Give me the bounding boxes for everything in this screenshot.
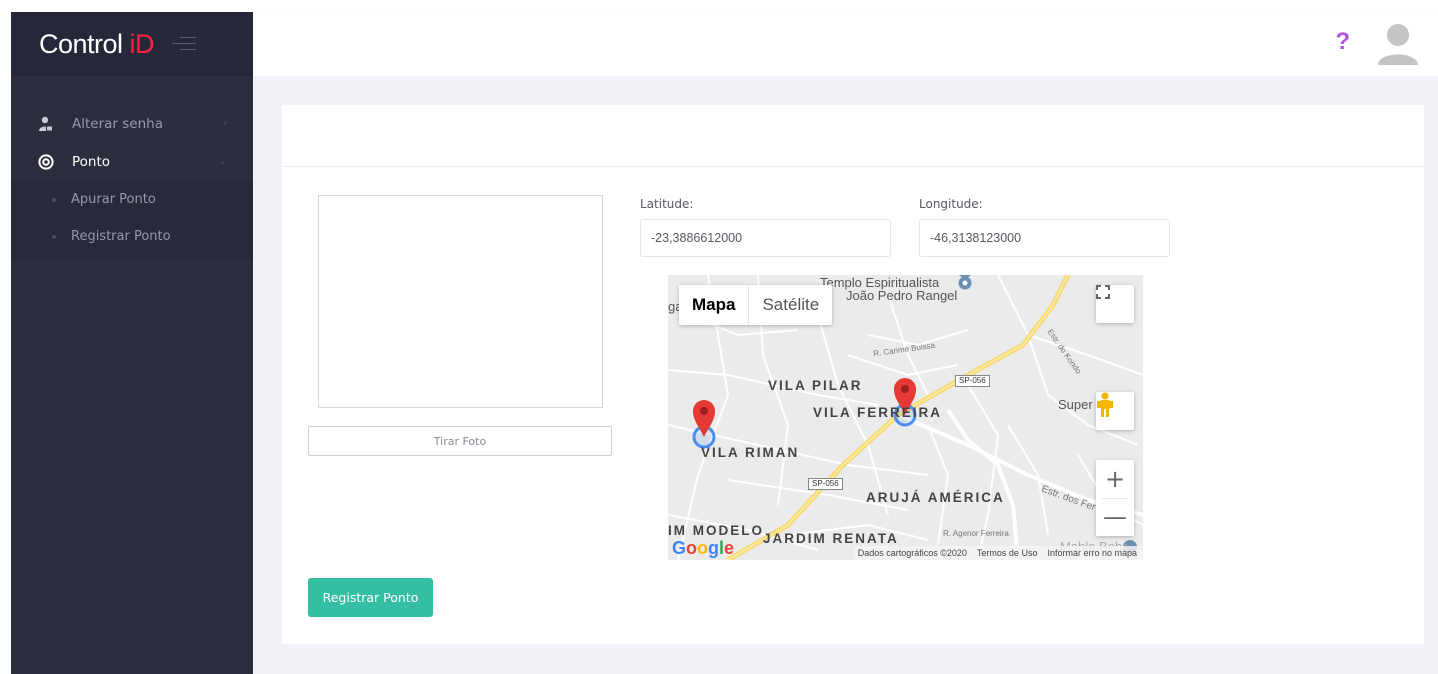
map-type-satellite-button[interactable]: Satélite [748, 285, 832, 325]
bullet-icon [52, 197, 56, 202]
bullet-icon [52, 234, 56, 239]
logo-accent: iD [129, 28, 155, 59]
map-footer: Dados cartográficos ©2020 Termos de Uso … [853, 546, 1143, 560]
map-label-aruja-america: ARUJÁ AMÉRICA [866, 490, 1005, 505]
sidebar-item-ponto[interactable]: Ponto ⌄ [11, 143, 253, 181]
map-type-switch: Mapa Satélite [679, 285, 833, 325]
photo-preview [318, 195, 603, 408]
sidebar-item-alterar-senha[interactable]: Alterar senha › [11, 105, 253, 143]
zoom-out-button[interactable]: — [1096, 498, 1134, 536]
sidebar-subitem-label: Registrar Ponto [71, 229, 171, 244]
map-label-r-agenor: R. Agenor Ferreira [943, 529, 1009, 538]
sidebar-subitem-label: Apurar Ponto [71, 192, 156, 207]
map-label-jardim-modelo: IM MODELO [668, 523, 764, 538]
map-label-vila-pilar: VILA PILAR [768, 378, 863, 393]
user-lock-icon [38, 116, 54, 132]
card-header [282, 105, 1424, 167]
logo[interactable]: Control iD [39, 28, 155, 60]
brand-bar: Control iD [11, 12, 253, 76]
map-label-joao-pedro: João Pedro Rangel [846, 288, 958, 303]
chevron-right-icon: › [223, 118, 227, 129]
map-label-super: Super [1058, 397, 1093, 412]
pegman-icon[interactable] [1096, 392, 1134, 430]
map-label-vila-ferreira: VILA FERREIRA [813, 405, 943, 420]
longitude-input[interactable]: -46,3138123000 [919, 219, 1170, 257]
sidebar: Control iD Alterar senha › Ponto ⌄ Apura… [11, 12, 253, 674]
logo-text: Control [39, 28, 123, 59]
road-shield: SP-056 [955, 375, 990, 387]
latitude-label: Latitude: [640, 197, 694, 211]
register-button[interactable]: Registrar Ponto [308, 578, 433, 617]
user-avatar-icon[interactable] [1377, 21, 1419, 65]
map-type-map-button[interactable]: Mapa [679, 285, 748, 325]
map-widget[interactable]: Templo Espiritualista João Pedro Rangel … [668, 275, 1143, 560]
zoom-control: + — [1096, 460, 1134, 536]
sidebar-menu: Alterar senha › Ponto ⌄ Apurar Ponto Reg… [11, 105, 253, 261]
report-error-link[interactable]: Informar erro no mapa [1047, 548, 1137, 558]
take-photo-button[interactable]: Tirar Foto [308, 426, 612, 456]
app-root: Control iD Alterar senha › Ponto ⌄ Apura… [0, 0, 1438, 674]
sidebar-item-label: Ponto [72, 154, 111, 170]
terms-link[interactable]: Termos de Uso [977, 548, 1038, 558]
top-bar: ? [253, 12, 1438, 76]
sidebar-item-apurar-ponto[interactable]: Apurar Ponto [11, 181, 253, 218]
map-label-jardim-renata: JARDIM RENATA [763, 531, 899, 546]
sidebar-submenu: Apurar Ponto Registrar Ponto [11, 181, 253, 261]
latitude-input[interactable]: -23,3886612000 [640, 219, 891, 257]
zoom-in-button[interactable]: + [1096, 460, 1134, 498]
fullscreen-icon[interactable] [1096, 285, 1134, 323]
map-label-vila-riman: VILA RIMAN [701, 445, 800, 460]
help-button[interactable]: ? [1335, 28, 1350, 56]
google-logo: Google [672, 538, 735, 558]
target-icon [38, 154, 54, 170]
road-shield: SP-056 [808, 478, 843, 490]
chevron-down-icon: ⌄ [218, 156, 227, 167]
sidebar-item-label: Alterar senha [72, 116, 163, 132]
longitude-label: Longitude: [919, 197, 983, 211]
map-data-credit: Dados cartográficos ©2020 [857, 548, 967, 558]
menu-toggle-icon[interactable] [172, 37, 197, 51]
sidebar-item-registrar-ponto[interactable]: Registrar Ponto [11, 218, 253, 255]
